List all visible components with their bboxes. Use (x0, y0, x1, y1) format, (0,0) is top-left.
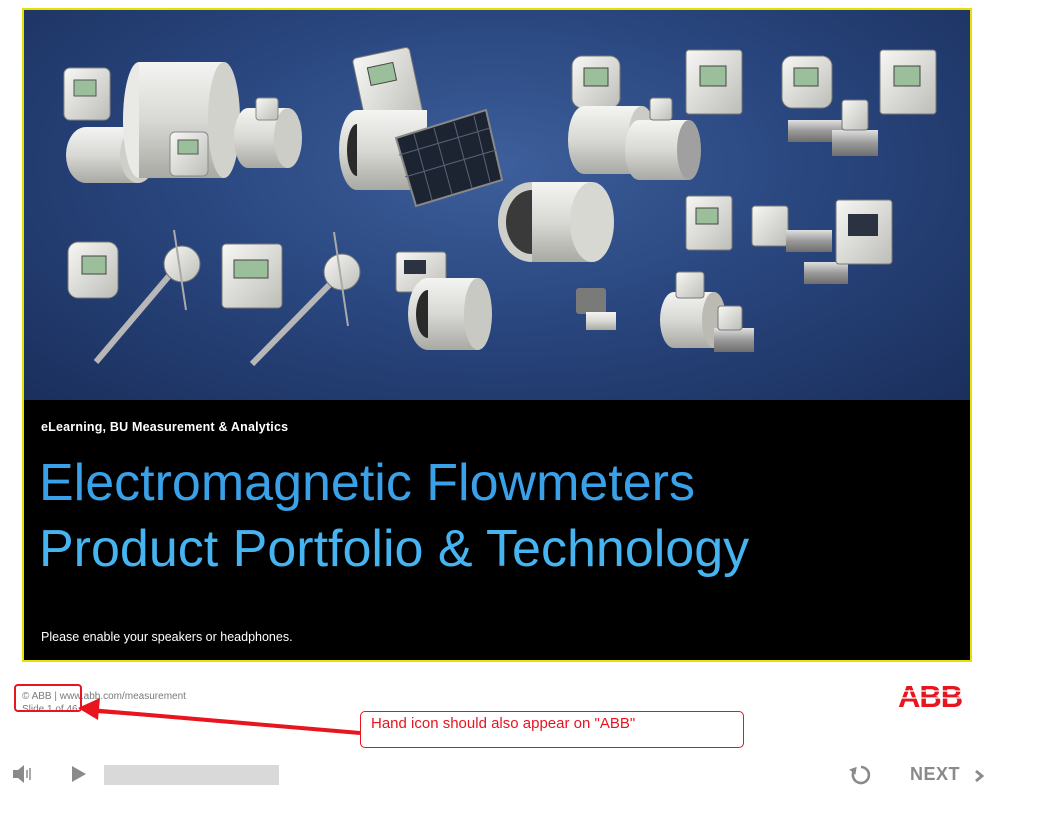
annotation-callout: Hand icon should also appear on "ABB" (360, 711, 744, 748)
next-button[interactable]: NEXT (910, 764, 960, 785)
hero-product-image (24, 10, 970, 400)
audio-notice: Please enable your speakers or headphone… (41, 630, 293, 644)
speaker-icon[interactable] (12, 764, 34, 784)
chevron-right-icon[interactable] (973, 768, 985, 784)
flowmeter-products-illustration (63, 47, 937, 367)
abb-logo-text: ABB (898, 682, 962, 710)
abb-logo[interactable]: ABB (898, 682, 970, 710)
slide-title-line-2: Product Portfolio & Technology (39, 520, 750, 578)
replay-icon[interactable] (849, 763, 873, 787)
annotation-highlight-box (14, 684, 82, 712)
progress-bar[interactable] (104, 765, 279, 785)
play-icon[interactable] (70, 764, 88, 784)
player-controls: NEXT (0, 755, 1045, 795)
slide-title-line-1: Electromagnetic Flowmeters (39, 454, 695, 512)
course-subtitle: eLearning, BU Measurement & Analytics (41, 420, 289, 434)
slide-title: Electromagnetic Flowmeters Product Portf… (39, 450, 749, 582)
slide-frame: eLearning, BU Measurement & Analytics El… (22, 8, 972, 662)
